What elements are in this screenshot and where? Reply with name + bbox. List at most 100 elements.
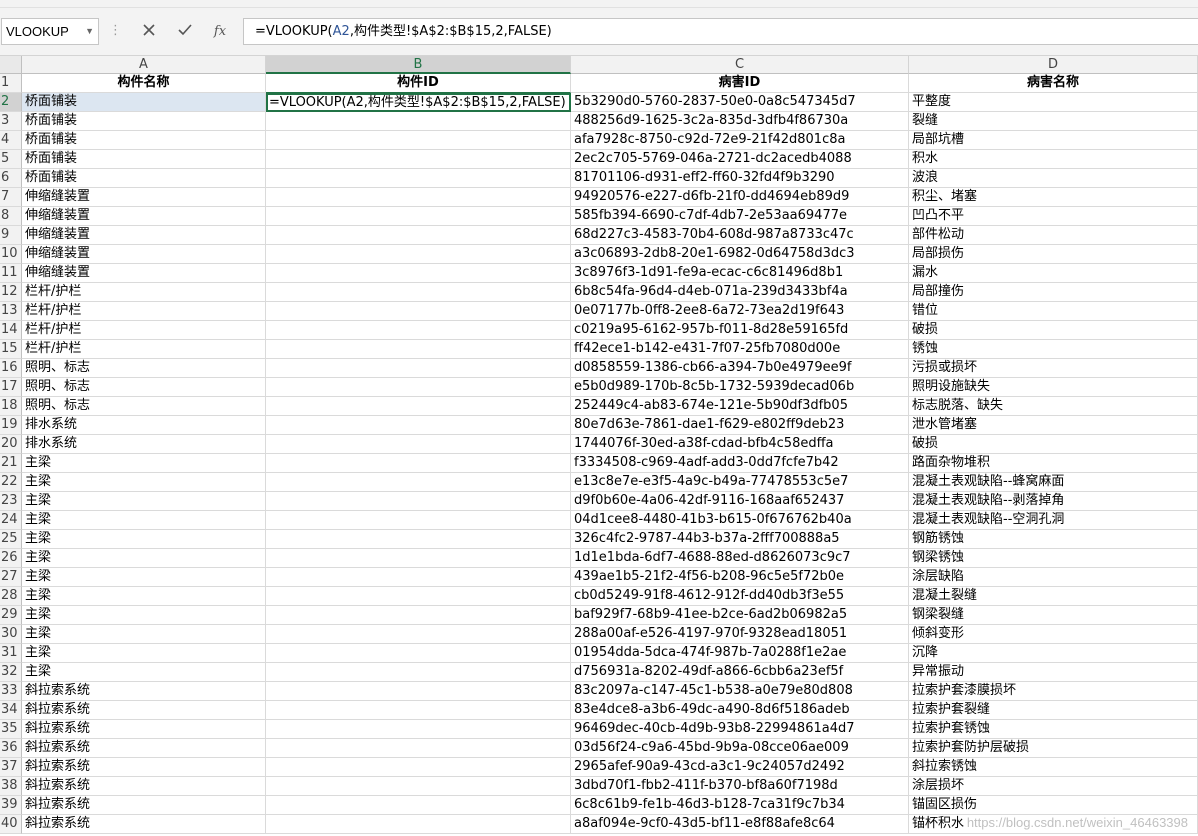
cell-component-name[interactable]: 照明、标志 — [22, 397, 266, 416]
cell-defect-name[interactable]: 局部损伤 — [909, 245, 1198, 264]
cell-component-name[interactable]: 主梁 — [22, 587, 266, 606]
cell-defect-name[interactable]: 标志脱落、缺失 — [909, 397, 1198, 416]
row-number[interactable]: 7 — [0, 188, 22, 207]
cell-component-id[interactable] — [266, 378, 571, 397]
cell-defect-name[interactable]: 裂缝 — [909, 112, 1198, 131]
row-number[interactable]: 17 — [0, 378, 22, 397]
cell-component-id[interactable] — [266, 739, 571, 758]
cell-defect-name[interactable]: 混凝土表观缺陷--蜂窝麻面 — [909, 473, 1198, 492]
cell-component-id[interactable] — [266, 606, 571, 625]
cell-component-name[interactable]: 斜拉索系统 — [22, 815, 266, 834]
row-number[interactable]: 33 — [0, 682, 22, 701]
cell-defect-name[interactable]: 混凝土裂缝 — [909, 587, 1198, 606]
cell-defect-id[interactable]: 2ec2c705-5769-046a-2721-dc2acedb4088 — [571, 150, 909, 169]
checkmark-icon[interactable] — [173, 20, 197, 44]
cell-component-id[interactable] — [266, 112, 571, 131]
cell-defect-id[interactable]: ff42ece1-b142-e431-7f07-25fb7080d00e — [571, 340, 909, 359]
cell-defect-id[interactable]: 2965afef-90a9-43cd-a3c1-9c24057d2492 — [571, 758, 909, 777]
cell-defect-id[interactable]: 6c8c61b9-fe1b-46d3-b128-7ca31f9c7b34 — [571, 796, 909, 815]
cell-component-name[interactable]: 照明、标志 — [22, 359, 266, 378]
cell-defect-id[interactable]: 288a00af-e526-4197-970f-9328ead18051 — [571, 625, 909, 644]
row-number[interactable]: 25 — [0, 530, 22, 549]
cell-defect-id[interactable]: 1d1e1bda-6df7-4688-88ed-d8626073c9c7 — [571, 549, 909, 568]
cell-defect-name[interactable]: 凹凸不平 — [909, 207, 1198, 226]
cell-defect-name[interactable]: 混凝土表观缺陷--剥落掉角 — [909, 492, 1198, 511]
cell-defect-id[interactable]: 04d1cee8-4480-41b3-b615-0f676762b40a — [571, 511, 909, 530]
cell-component-name[interactable]: 斜拉索系统 — [22, 777, 266, 796]
cell-defect-name[interactable]: 沉降 — [909, 644, 1198, 663]
cell-defect-name[interactable]: 锚固区损伤 — [909, 796, 1198, 815]
cell-component-name[interactable]: 桥面铺装 — [22, 169, 266, 188]
cell-component-id[interactable] — [266, 321, 571, 340]
cell-component-name[interactable]: 斜拉索系统 — [22, 758, 266, 777]
more-options-icon[interactable]: ⋮ — [109, 22, 122, 40]
cell-defect-name[interactable]: 局部坑槽 — [909, 131, 1198, 150]
row-number[interactable]: 21 — [0, 454, 22, 473]
worksheet-grid[interactable]: A B C D 1 构件名称 构件ID 病害ID 病害名称 2 桥面铺装 =VLOO… — [0, 56, 1198, 836]
row-number[interactable]: 28 — [0, 587, 22, 606]
cell-defect-id[interactable]: baf929f7-68b9-41ee-b2ce-6ad2b06982a5 — [571, 606, 909, 625]
cell-component-id[interactable] — [266, 283, 571, 302]
cell-component-name[interactable]: 主梁 — [22, 625, 266, 644]
column-header-c[interactable]: C — [571, 56, 909, 74]
cell-component-id[interactable] — [266, 150, 571, 169]
cell-defect-id[interactable]: c0219a95-6162-957b-f011-8d28e59165fd — [571, 321, 909, 340]
cell-component-name[interactable]: 主梁 — [22, 492, 266, 511]
cell-component-id[interactable] — [266, 777, 571, 796]
cell-component-name[interactable]: 主梁 — [22, 644, 266, 663]
cell-defect-id[interactable]: cb0d5249-91f8-4612-912f-dd40db3f3e55 — [571, 587, 909, 606]
cell-component-name[interactable]: 伸缩缝装置 — [22, 188, 266, 207]
row-number[interactable]: 4 — [0, 131, 22, 150]
row-number[interactable]: 8 — [0, 207, 22, 226]
cell-component-name[interactable]: 主梁 — [22, 606, 266, 625]
cell-defect-name[interactable]: 泄水管堵塞 — [909, 416, 1198, 435]
cell-defect-id[interactable]: 6b8c54fa-96d4-d4eb-071a-239d3433bf4a — [571, 283, 909, 302]
active-cell[interactable]: =VLOOKUP(A2,构件类型!$A$2:$B$15,2,FALSE) — [266, 93, 571, 112]
cell-component-id[interactable] — [266, 397, 571, 416]
row-number[interactable]: 2 — [0, 93, 22, 112]
cell-component-name[interactable]: 桥面铺装 — [22, 112, 266, 131]
chevron-down-icon[interactable]: ▼ — [85, 19, 94, 44]
row-number[interactable]: 1 — [0, 74, 22, 93]
cell-defect-name[interactable]: 破损 — [909, 321, 1198, 340]
close-icon[interactable] — [137, 20, 161, 44]
row-number[interactable]: 35 — [0, 720, 22, 739]
cell-component-id[interactable] — [266, 796, 571, 815]
cell-component-id[interactable] — [266, 302, 571, 321]
cell-defect-name[interactable]: 破损 — [909, 435, 1198, 454]
cell-component-name[interactable]: 主梁 — [22, 454, 266, 473]
cell-defect-name[interactable]: 倾斜变形 — [909, 625, 1198, 644]
cell-component-id[interactable] — [266, 625, 571, 644]
cell-defect-name[interactable]: 漏水 — [909, 264, 1198, 283]
cell-component-name[interactable]: 主梁 — [22, 511, 266, 530]
row-number[interactable]: 24 — [0, 511, 22, 530]
cell-component-name[interactable]: 栏杆/护栏 — [22, 340, 266, 359]
cell-component-name[interactable]: 栏杆/护栏 — [22, 283, 266, 302]
column-header-d[interactable]: D — [909, 56, 1198, 74]
row-number[interactable]: 30 — [0, 625, 22, 644]
cell-defect-name[interactable]: 锈蚀 — [909, 340, 1198, 359]
cell-component-name[interactable]: 桥面铺装 — [22, 150, 266, 169]
column-header-a[interactable]: A — [22, 56, 266, 74]
cell-component-id[interactable] — [266, 663, 571, 682]
cell-defect-id[interactable]: 96469dec-40cb-4d9b-93b8-22994861a4d7 — [571, 720, 909, 739]
cell-defect-id[interactable]: 1744076f-30ed-a38f-cdad-bfb4c58edffa — [571, 435, 909, 454]
cell-defect-id[interactable]: e5b0d989-170b-8c5b-1732-5939decad06b — [571, 378, 909, 397]
cell-defect-id[interactable]: 326c4fc2-9787-44b3-b37a-2fff700888a5 — [571, 530, 909, 549]
row-number[interactable]: 32 — [0, 663, 22, 682]
cell-defect-id[interactable]: 81701106-d931-eff2-ff60-32fd4f9b3290 — [571, 169, 909, 188]
formula-input[interactable]: =VLOOKUP(A2,构件类型!$A$2:$B$15,2,FALSE) — [243, 18, 1198, 45]
row-number[interactable]: 12 — [0, 283, 22, 302]
cell-component-id[interactable] — [266, 131, 571, 150]
cell-component-id[interactable] — [266, 416, 571, 435]
cell-defect-id[interactable]: a3c06893-2db8-20e1-6982-0d64758d3dc3 — [571, 245, 909, 264]
cell-defect-name[interactable]: 平整度 — [909, 93, 1198, 112]
cell-defect-name[interactable]: 路面杂物堆积 — [909, 454, 1198, 473]
cell-component-id[interactable] — [266, 701, 571, 720]
cell-defect-id[interactable]: 3c8976f3-1d91-fe9a-ecac-c6c81496d8b1 — [571, 264, 909, 283]
cell-defect-id[interactable]: f3334508-c969-4adf-add3-0dd7fcfe7b42 — [571, 454, 909, 473]
cell-component-name[interactable]: 伸缩缝装置 — [22, 264, 266, 283]
cell-component-id[interactable] — [266, 720, 571, 739]
cell-component-id[interactable] — [266, 264, 571, 283]
cell-component-name[interactable]: 斜拉索系统 — [22, 682, 266, 701]
